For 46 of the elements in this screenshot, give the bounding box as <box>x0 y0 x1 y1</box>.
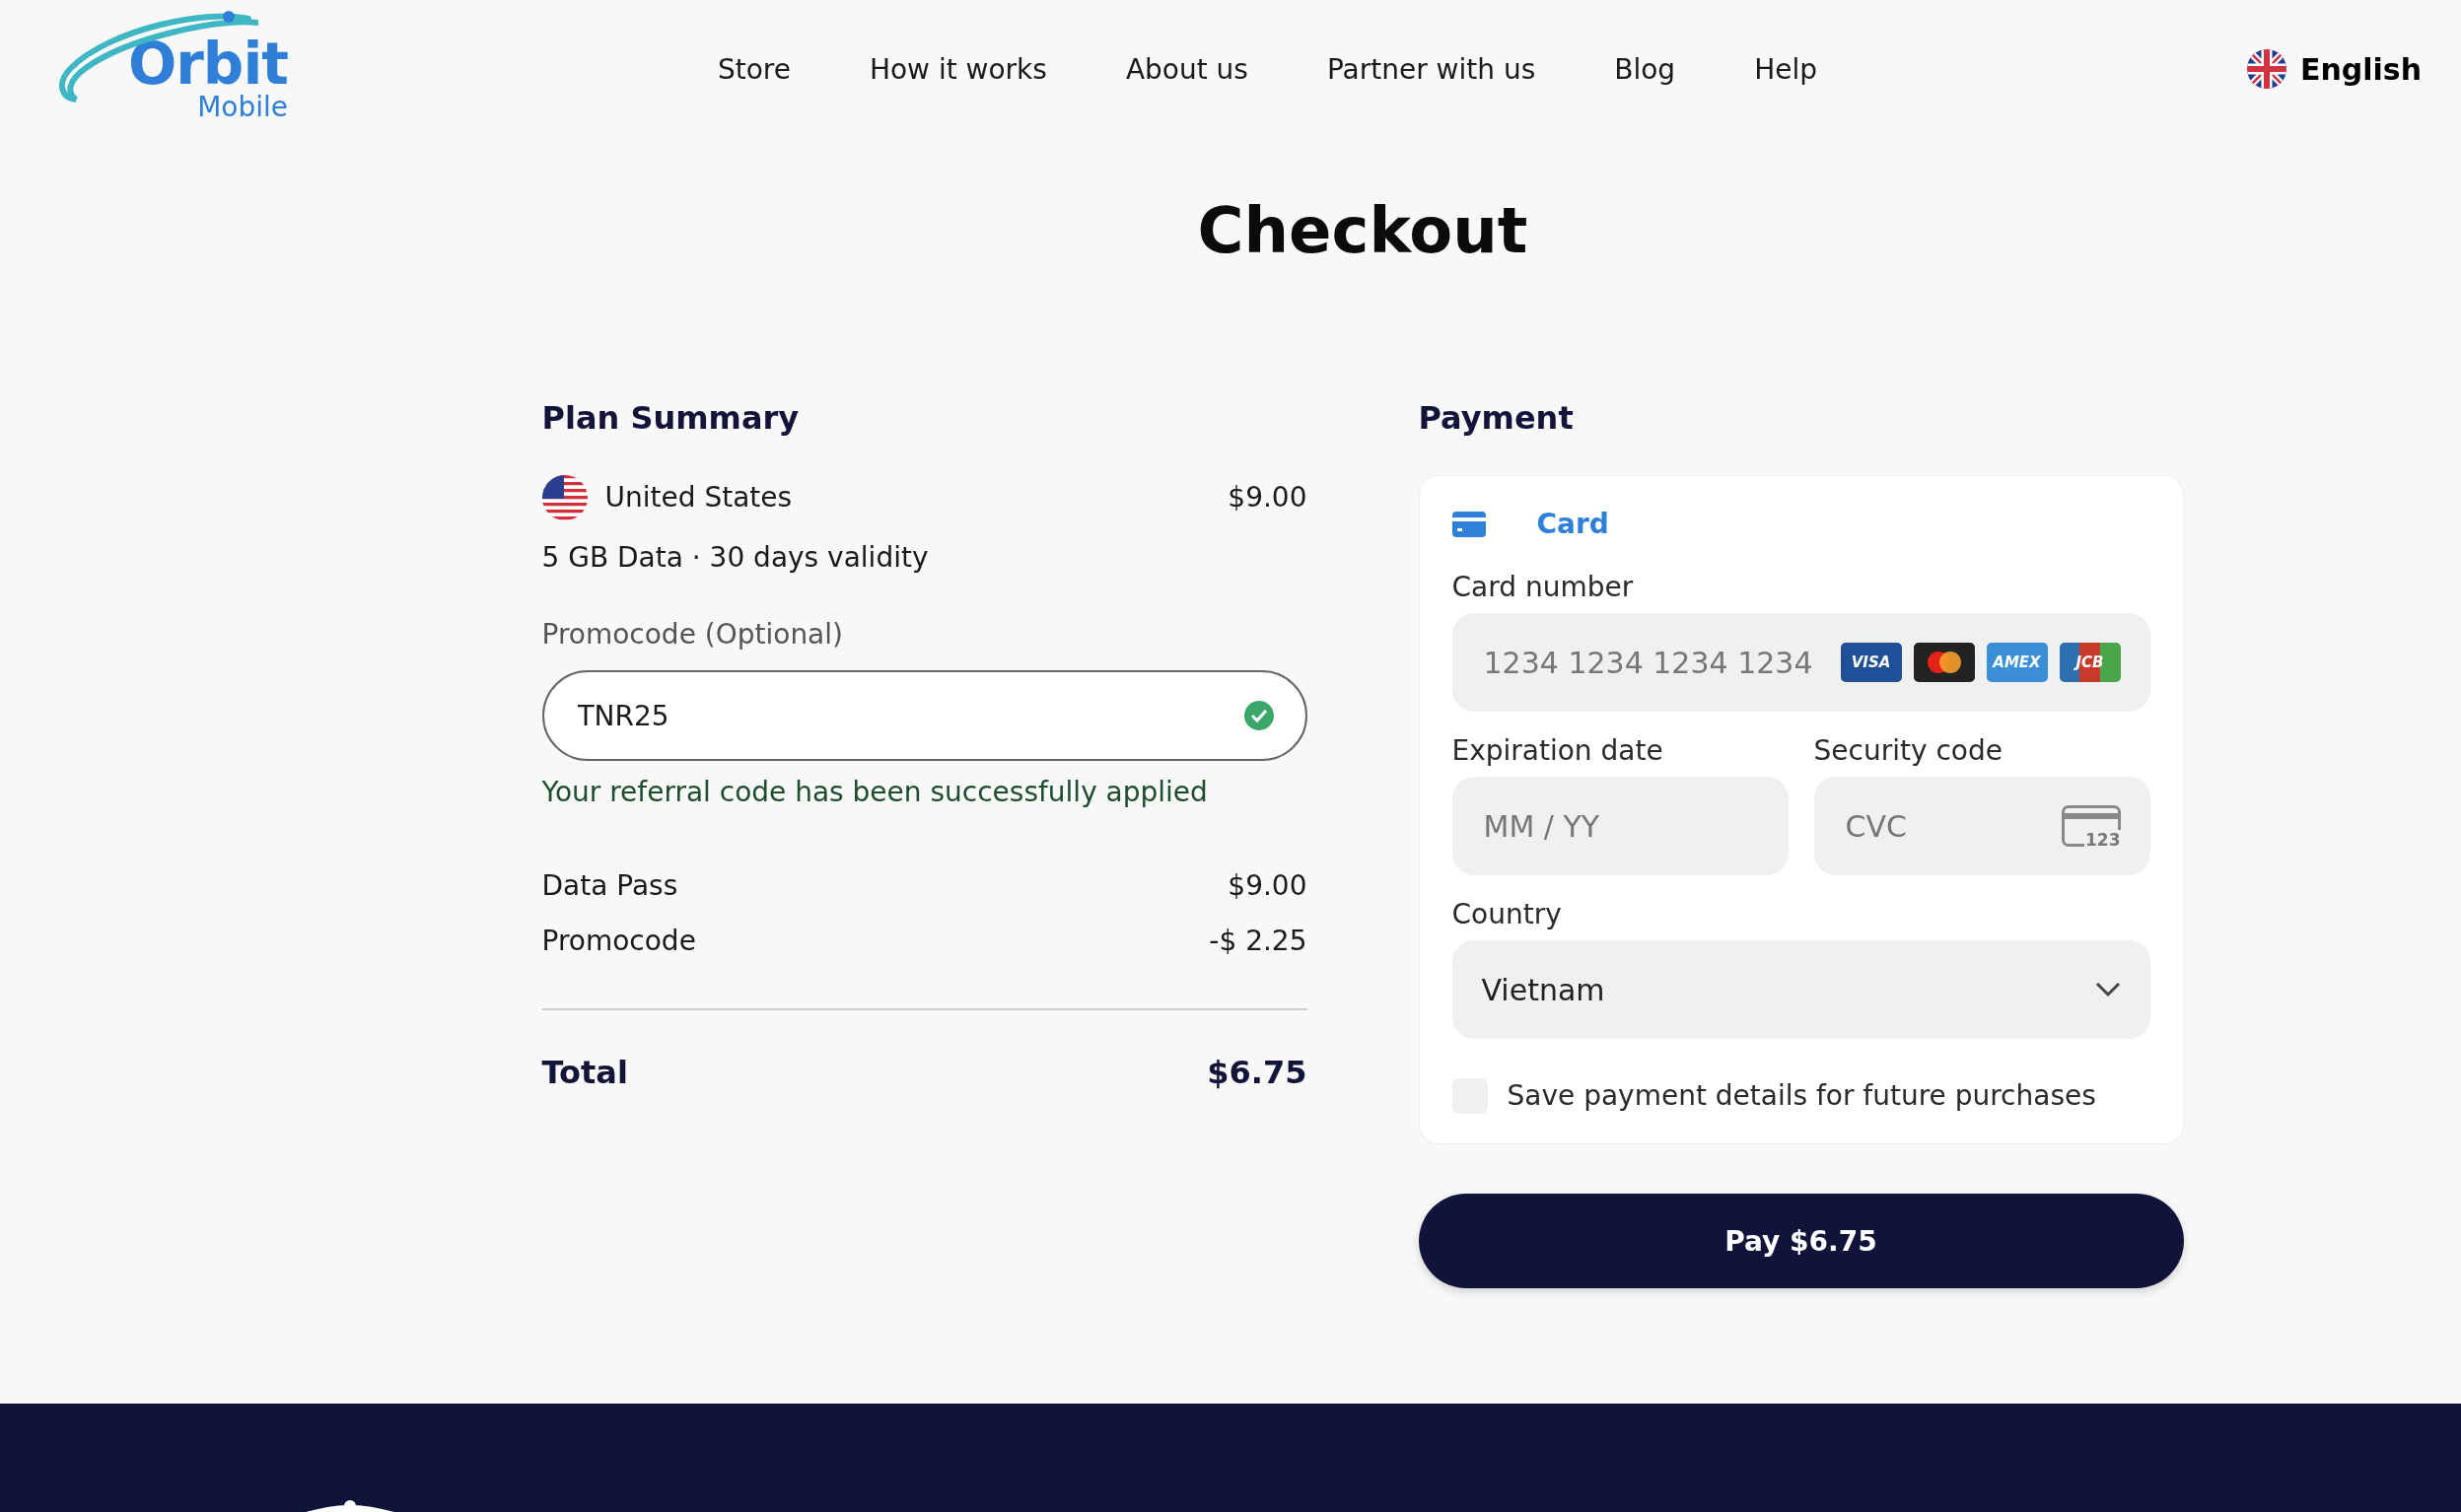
page-title: Checkout <box>1196 193 1529 269</box>
nav-link[interactable]: Blog <box>1614 52 1676 86</box>
field-label: Card number <box>1451 570 1635 605</box>
payment-method-tab[interactable]: Card <box>1451 500 1609 548</box>
summary-label: Data Pass <box>541 868 678 904</box>
expiration-field[interactable]: MM / YY <box>1451 777 1789 875</box>
total-amount: $6.75 <box>1207 1054 1307 1091</box>
summary-amount: $9.00 <box>1228 868 1307 904</box>
logo-subtitle: Mobile <box>197 93 288 123</box>
summary-amount: -$ 2.25 <box>1209 924 1307 959</box>
promocode-input[interactable]: TNR25 <box>575 698 1244 733</box>
field-label: Country <box>1451 897 1563 932</box>
section-heading: Payment <box>1418 398 1575 438</box>
field-label: Security code <box>1813 733 2004 769</box>
cvc-card-icon: 123 <box>2061 805 2121 847</box>
expiration-input[interactable]: MM / YY <box>1481 807 1759 845</box>
plan-details: 5 GB Data · 30 days validity <box>541 540 930 576</box>
field-label: Expiration date <box>1451 733 1664 769</box>
nav-link[interactable]: Help <box>1754 52 1817 86</box>
amex-logo: AMEX <box>1986 643 2048 682</box>
total-label: Total <box>541 1054 628 1091</box>
card-number-input[interactable]: 1234 1234 1234 1234 <box>1481 644 1829 681</box>
summary-label: Promocode <box>541 924 696 959</box>
security-code-input[interactable]: CVC <box>1843 807 2050 845</box>
promocode-field[interactable]: TNR25 <box>541 670 1307 761</box>
mastercard-logo <box>1913 643 1975 682</box>
nav-link[interactable]: Partner with us <box>1326 52 1536 86</box>
visa-logo: VISA <box>1840 643 1902 682</box>
us-flag-icon <box>541 475 588 520</box>
security-code-field[interactable]: CVC 123 <box>1813 777 2150 875</box>
section-heading: Plan Summary <box>541 398 801 438</box>
nav-link[interactable]: Store <box>717 52 791 86</box>
country-select[interactable]: Vietnam <box>1451 940 2150 1039</box>
promo-success-message: Your referral code has been successfully applied <box>541 775 1209 810</box>
nav-link[interactable]: About us <box>1125 52 1248 86</box>
plan-price: $9.00 <box>1228 480 1307 515</box>
country-name: United States <box>604 480 793 515</box>
nav-link[interactable]: How it works <box>869 52 1047 86</box>
field-label: Promocode (Optional) <box>541 617 844 653</box>
logo-wordmark: Orbit <box>127 35 288 94</box>
chevron-down-icon <box>2094 982 2121 997</box>
pay-button[interactable]: Pay $6.75 <box>1418 1194 2184 1288</box>
language-selector[interactable]: English <box>2246 49 2422 89</box>
checkbox-label: Save payment details for future purchases <box>1507 1078 2096 1114</box>
credit-card-icon <box>1451 511 1486 537</box>
uk-flag-icon <box>2246 49 2286 89</box>
